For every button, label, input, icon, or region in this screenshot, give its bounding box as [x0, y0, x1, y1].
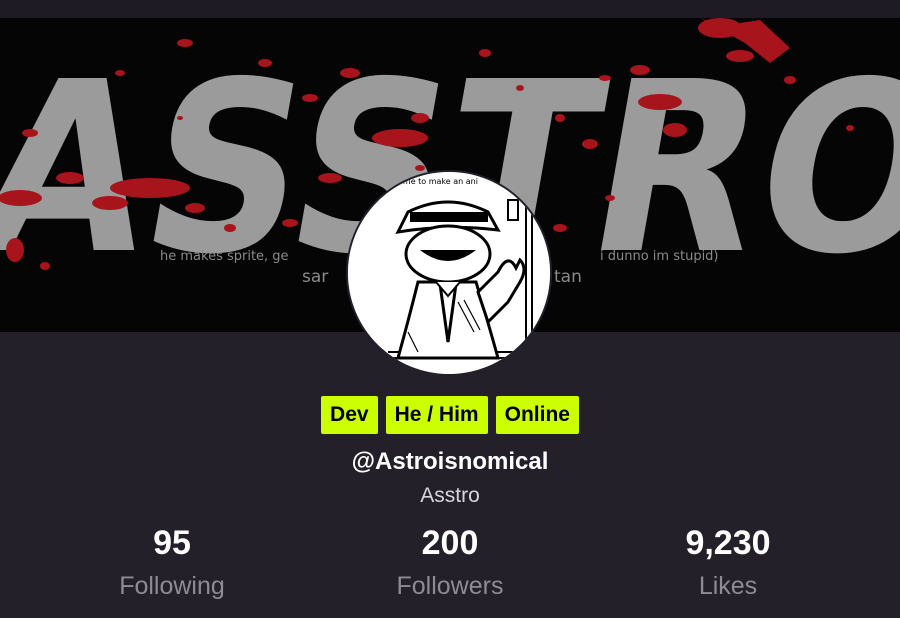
stat-following-label: Following [119, 572, 225, 600]
profile-stats: 95 Following 200 Followers 9,230 Likes [0, 520, 900, 618]
badge-pronouns: He / Him [385, 396, 488, 434]
profile-avatar[interactable]: ome to make an ani [346, 170, 552, 376]
profile-display-name: Asstro [420, 484, 480, 507]
top-bar [0, 0, 900, 18]
avatar-caption: ome to make an ani [398, 177, 478, 186]
profile-page: ASSTRO [0, 0, 900, 618]
banner-caption2-left: sar [302, 267, 328, 287]
avatar-character-art: ome to make an ani [348, 172, 550, 374]
stat-likes-label: Likes [698, 572, 758, 600]
stat-followers-label: Followers [396, 572, 504, 600]
banner-caption2-right: tan [554, 267, 582, 287]
stat-following-value: 95 [153, 524, 191, 562]
profile-handle: @Astroisnomical [351, 448, 549, 475]
profile-badges: Dev He / Him Online [0, 396, 900, 434]
stat-followers[interactable]: 200 Followers [340, 520, 560, 606]
banner-caption-right: i dunno im stupid) [600, 249, 719, 264]
stat-followers-value: 200 [421, 524, 479, 562]
stat-likes-value: 9,230 [685, 524, 771, 562]
banner-caption-left: he makes sprite, ge [160, 249, 289, 264]
badge-role: Dev [321, 396, 378, 434]
stat-following[interactable]: 95 Following [62, 520, 282, 606]
stat-likes[interactable]: 9,230 Likes [618, 520, 838, 606]
badge-status: Online [495, 396, 579, 434]
